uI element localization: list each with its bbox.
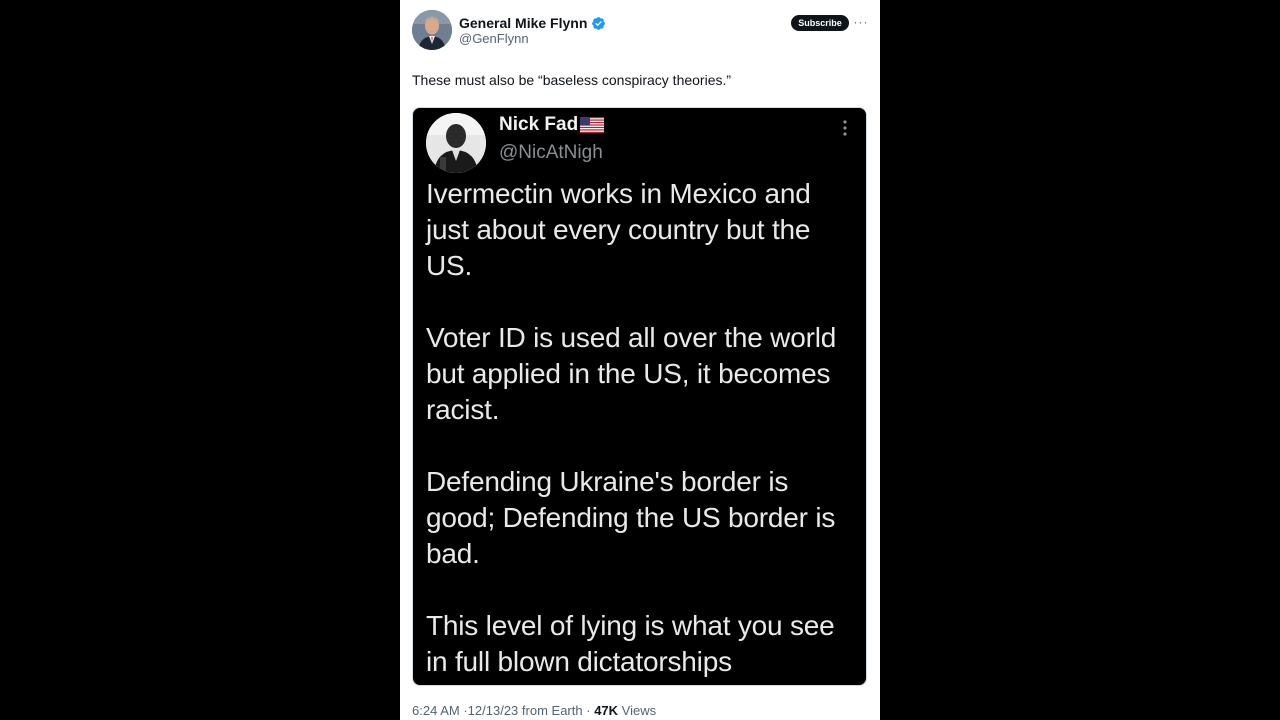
tweet-media-image[interactable]: Nick Fad @NicAtNigh Ivermectin works in …	[412, 107, 867, 686]
tweet-text: These must also be “baseless conspiracy …	[412, 72, 732, 88]
tweet-card: General Mike Flynn @GenFlynn Subscribe ·…	[400, 0, 880, 720]
video-frame: General Mike Flynn @GenFlynn Subscribe ·…	[0, 0, 1280, 720]
subscribe-button[interactable]: Subscribe	[791, 15, 849, 31]
author-avatar-image	[412, 10, 452, 50]
embedded-paragraph: Voter ID is used all over the world but …	[426, 322, 837, 425]
tweet-metadata: 6:24 AM ·12/13/23 from Earth · 47K Views	[412, 703, 656, 718]
us-flag-icon	[580, 117, 605, 133]
author-handle[interactable]: @GenFlynn	[459, 31, 529, 46]
embedded-more-icon	[843, 120, 847, 136]
views-label: Views	[621, 703, 657, 718]
more-options-icon[interactable]: ···	[854, 14, 868, 30]
embedded-paragraph: Defending Ukraine's border is good; Defe…	[426, 466, 836, 569]
embedded-name-row: Nick Fad	[499, 114, 605, 136]
meta-separator: ·	[586, 703, 591, 718]
tweet-date[interactable]: 12/13/23	[468, 703, 519, 718]
embedded-avatar-image	[426, 113, 486, 173]
author-name[interactable]: General Mike Flynn	[459, 15, 587, 31]
embedded-author-handle: @NicAtNigh	[499, 142, 603, 163]
embedded-avatar	[426, 113, 486, 173]
tweet-source: from Earth	[521, 703, 583, 718]
embedded-author-name: Nick Fad	[499, 114, 579, 135]
tweet-time[interactable]: 6:24 AM	[412, 703, 460, 718]
embedded-tweet-body: Ivermectin works in Mexico and just abou…	[426, 176, 858, 685]
embedded-paragraph: Ivermectin works in Mexico and just abou…	[426, 178, 811, 281]
embedded-paragraph: This level of lying is what you see in f…	[426, 610, 835, 677]
author-avatar[interactable]	[412, 10, 452, 50]
verified-badge-icon	[592, 16, 606, 30]
author-name-row: General Mike Flynn	[459, 14, 606, 32]
views-count[interactable]: 47K	[594, 703, 618, 718]
